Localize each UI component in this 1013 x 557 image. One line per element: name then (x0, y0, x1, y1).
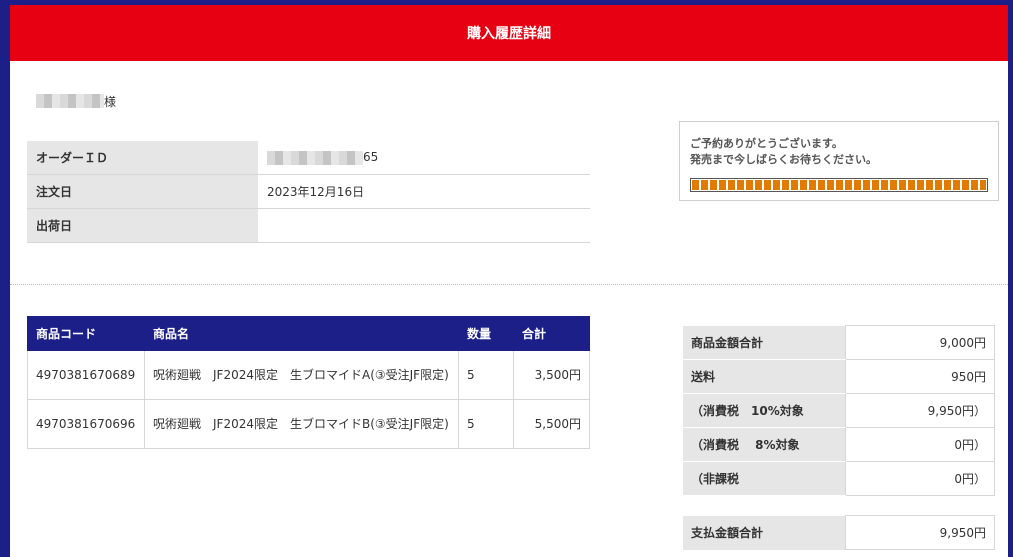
payment-total-row: 支払金額合計 9,950円 (683, 515, 995, 550)
payment-total-label: 支払金額合計 (683, 515, 846, 550)
subtotal-label: 商品金額合計 (683, 325, 846, 360)
order-date-value: 2023年12月16日 (258, 174, 590, 209)
tax8-value: 0円） (845, 427, 995, 462)
customer-suffix: 様 (104, 94, 117, 109)
shipping-label: 送料 (683, 359, 846, 394)
reservation-line-1: ご予約ありがとうございます。 (690, 137, 843, 150)
reservation-message: ご予約ありがとうございます。 発売まで今しばらくお待ちください。 (690, 136, 877, 168)
col-product-name: 商品名 (144, 316, 459, 351)
items-table: 商品コード 商品名 数量 合計 4970381670689 呪術廻戦 JF202… (27, 316, 590, 449)
reservation-box: ご予約ありがとうございます。 発売まで今しばらくお待ちください。 (679, 121, 999, 201)
order-id-suffix: 65 (363, 150, 379, 165)
order-info-table: オーダーＩＤ 65 注文日 2023年12月16日 出荷日 (27, 141, 590, 243)
summary-row: （消費税 10%対象 9,950円） (683, 393, 995, 428)
order-id-label: オーダーＩＤ (27, 141, 258, 175)
tax8-label: （消費税 8%対象 (683, 427, 846, 462)
order-date-label: 注文日 (27, 174, 258, 209)
summary-table: 商品金額合計 9,000円 送料 950円 （消費税 10%対象 9,950円）… (683, 325, 995, 496)
customer-name: 様 (36, 93, 116, 109)
order-date-row: 注文日 2023年12月16日 (27, 174, 590, 209)
payment-total-table: 支払金額合計 9,950円 (683, 515, 995, 550)
reservation-progress-bar (690, 178, 988, 192)
progress-fill (692, 180, 986, 190)
product-name: 呪術廻戦 JF2024限定 生ブロマイドA(③受注JF限定) (144, 350, 459, 400)
ship-date-label: 出荷日 (27, 208, 258, 243)
tax10-value: 9,950円） (845, 393, 995, 428)
payment-total-value: 9,950円 (845, 515, 995, 550)
summary-row: （消費税 8%対象 0円） (683, 427, 995, 462)
table-row: 4970381670696 呪術廻戦 JF2024限定 生ブロマイドB(③受注J… (27, 399, 590, 449)
page-title: 購入履歴詳細 (467, 26, 551, 42)
table-row: 4970381670689 呪術廻戦 JF2024限定 生ブロマイドA(③受注J… (27, 350, 590, 400)
ship-date-row: 出荷日 (27, 208, 590, 243)
order-id-row: オーダーＩＤ 65 (27, 141, 590, 175)
redacted-name (36, 94, 104, 108)
nontax-label: （非課税 (683, 461, 846, 496)
col-total: 合計 (513, 316, 590, 351)
summary-row: 商品金額合計 9,000円 (683, 325, 995, 360)
subtotal-value: 9,000円 (845, 325, 995, 360)
page-header: 購入履歴詳細 (10, 5, 1008, 61)
ship-date-value (258, 208, 590, 243)
quantity: 5 (458, 350, 514, 400)
line-total: 3,500円 (513, 350, 590, 400)
reservation-line-2: 発売まで今しばらくお待ちください。 (690, 153, 877, 166)
col-product-code: 商品コード (27, 316, 145, 351)
quantity: 5 (458, 399, 514, 449)
nontax-value: 0円） (845, 461, 995, 496)
redacted-order-id (267, 150, 363, 165)
product-code: 4970381670689 (27, 350, 145, 400)
product-name: 呪術廻戦 JF2024限定 生ブロマイドB(③受注JF限定) (144, 399, 459, 449)
order-id-value: 65 (258, 141, 590, 175)
col-quantity: 数量 (458, 316, 514, 351)
line-total: 5,500円 (513, 399, 590, 449)
summary-row: （非課税 0円） (683, 461, 995, 496)
summary-row: 送料 950円 (683, 359, 995, 394)
purchase-history-page: 購入履歴詳細 様 オーダーＩＤ 65 注文日 2023年12月16日 出荷日 ご… (10, 5, 1008, 557)
tax10-label: （消費税 10%対象 (683, 393, 846, 428)
shipping-value: 950円 (845, 359, 995, 394)
product-code: 4970381670696 (27, 399, 145, 449)
items-header-row: 商品コード 商品名 数量 合計 (27, 316, 590, 351)
section-divider (10, 284, 1008, 285)
